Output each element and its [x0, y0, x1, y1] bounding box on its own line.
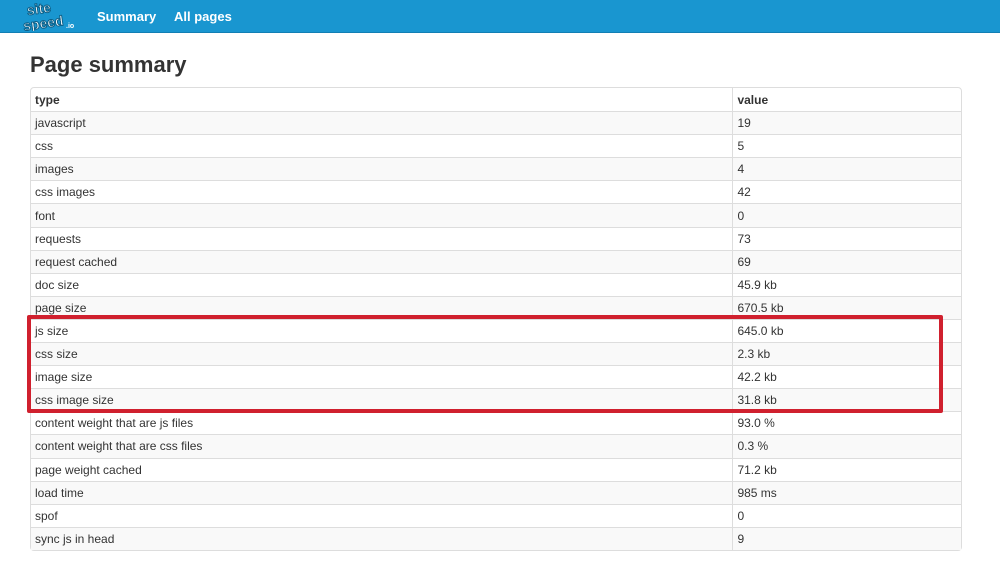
cell-value: 9 — [732, 526, 961, 550]
cell-type: content weight that are css files — [31, 434, 733, 458]
table-row: images 4 — [31, 157, 961, 181]
cell-type: page size — [31, 295, 733, 319]
cell-value: 71.2 kb — [732, 457, 961, 481]
table-row: page size 670.5 kb — [31, 295, 961, 319]
table-body: javascript 19 css 5 images 4 css images 42 font 0… — [31, 111, 961, 550]
table-row: request cached 69 — [31, 249, 961, 273]
cell-type: request cached — [31, 249, 733, 273]
table-header-row: type value — [31, 88, 961, 112]
cell-type: doc size — [31, 272, 733, 296]
cell-type: css image size — [31, 388, 733, 412]
cell-value: 0.3 % — [732, 434, 961, 458]
cell-value: 0 — [732, 203, 961, 227]
cell-value: 19 — [732, 111, 961, 135]
cell-value: 645.0 kb — [732, 318, 961, 343]
cell-value: 5 — [732, 134, 961, 158]
table-row: css size 2.3 kb — [31, 342, 961, 366]
cell-type: image size — [31, 365, 733, 388]
cell-type: font — [31, 203, 733, 227]
cell-type: sync js in head — [31, 526, 733, 550]
table-row: requests 73 — [31, 226, 961, 250]
nav-summary-link[interactable]: Summary — [97, 9, 156, 24]
cell-type: js size — [31, 318, 733, 342]
table-row: content weight that are js files 93.0 % — [31, 411, 961, 435]
table-row: css 5 — [31, 134, 961, 158]
table-row: css images 42 — [31, 180, 961, 204]
cell-type: load time — [31, 480, 733, 504]
svg-text:.io: .io — [66, 23, 74, 30]
cell-type: content weight that are js files — [31, 411, 733, 434]
table-row: content weight that are css files 0.3 % — [31, 434, 961, 458]
table-row: image size 42.2 kb — [31, 365, 961, 389]
cell-value: 985 ms — [732, 480, 961, 504]
cell-value: 4 — [732, 157, 961, 181]
cell-type: javascript — [31, 111, 733, 135]
column-header-type: type — [35, 92, 60, 107]
cell-value: 31.8 kb — [732, 388, 961, 412]
cell-value: 73 — [732, 226, 961, 250]
top-navbar: site speed .io Summary All pages — [0, 0, 1000, 33]
cell-value: 45.9 kb — [732, 272, 961, 296]
cell-type: requests — [31, 226, 733, 250]
cell-type: page weight cached — [31, 457, 733, 481]
table-row: doc size 45.9 kb — [31, 272, 961, 296]
nav-all-pages-link[interactable]: All pages — [174, 9, 232, 24]
sitespeed-logo[interactable]: site speed .io — [22, 1, 78, 31]
cell-value: 670.5 kb — [732, 295, 961, 319]
cell-type: css — [31, 134, 733, 157]
cell-value: 93.0 % — [732, 411, 961, 435]
cell-value: 42.2 kb — [732, 365, 961, 389]
table-row: load time 985 ms — [31, 480, 961, 504]
table-row: spof 0 — [31, 503, 961, 527]
cell-value: 42 — [732, 180, 961, 204]
table-row: css image size 31.8 kb — [31, 388, 961, 412]
cell-value: 2.3 kb — [732, 342, 961, 366]
cell-type: spof — [31, 503, 733, 527]
cell-type: css images — [31, 180, 733, 203]
table-row: font 0 — [31, 203, 961, 227]
table-row: javascript 19 — [31, 111, 961, 135]
table-row: page weight cached 71.2 kb — [31, 457, 961, 481]
cell-type: images — [31, 157, 733, 181]
cell-value: 69 — [732, 249, 961, 273]
cell-type: css size — [31, 342, 733, 366]
page-title: Page summary — [30, 52, 187, 77]
page-summary-table: type value javascript 19 css 5 images 4 css im… — [30, 87, 962, 551]
cell-value: 0 — [732, 503, 961, 527]
table-row: sync js in head 9 — [31, 526, 961, 550]
column-header-value: value — [732, 88, 961, 112]
table-row: js size 645.0 kb — [31, 318, 961, 343]
